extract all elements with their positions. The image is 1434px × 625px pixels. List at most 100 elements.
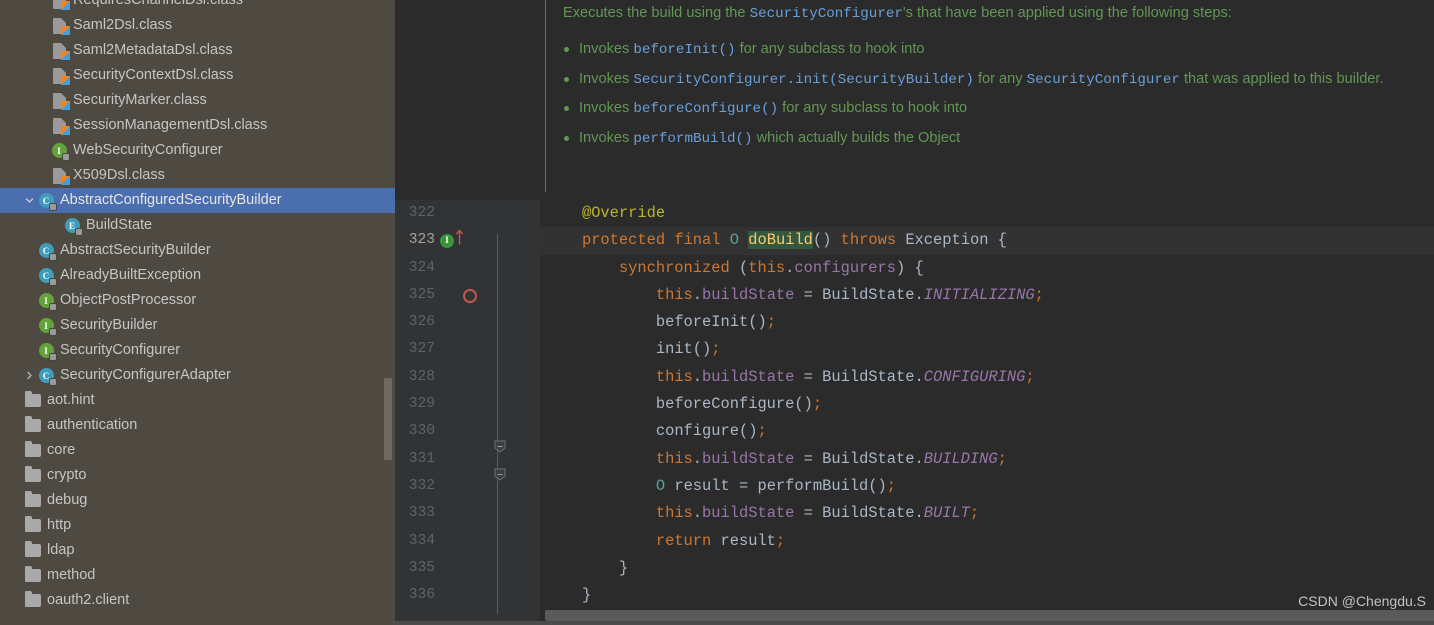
tree-item-securitycontextdsl-class[interactable]: SecurityContextDsl.class xyxy=(0,63,395,88)
implemented-method-icon[interactable]: I xyxy=(440,233,454,248)
tree-item-objectpostprocessor[interactable]: I ObjectPostProcessor xyxy=(0,288,395,313)
code-line-324[interactable]: synchronized (this.configurers) { xyxy=(540,255,1434,282)
javadoc-bullet-code[interactable]: beforeConfigure() xyxy=(633,101,778,117)
tree-item-crypto[interactable]: crypto xyxy=(0,463,395,488)
code-lines[interactable]: @Override protected final O doBuild() th… xyxy=(540,200,1434,625)
gutter-line-335[interactable]: 335 xyxy=(395,555,540,582)
code-line-322[interactable]: @Override xyxy=(540,200,1434,227)
sidebar-scrollbar[interactable] xyxy=(384,378,392,460)
kotlin-class-file-icon xyxy=(50,117,70,135)
code-token: ; xyxy=(969,504,980,523)
code-line-327[interactable]: init(); xyxy=(540,336,1434,363)
breakpoint-icon[interactable] xyxy=(463,288,477,303)
gutter-markers[interactable]: I xyxy=(440,227,464,254)
tree-item-ldap[interactable]: ldap xyxy=(0,538,395,563)
javadoc-bullet-code[interactable]: beforeInit() xyxy=(633,42,735,58)
editor-pane[interactable]: Executes the build using the SecurityCon… xyxy=(395,0,1434,625)
code-token: buildState xyxy=(702,285,795,304)
gutter-line-327[interactable]: 327 xyxy=(395,336,540,363)
javadoc-intro: Executes the build using the SecurityCon… xyxy=(563,2,1428,26)
gutter-line-328[interactable]: 328 xyxy=(395,364,540,391)
gutter-line-325[interactable]: 325 xyxy=(395,282,540,309)
tree-item-label: SecurityConfigurer xyxy=(60,342,181,359)
code-token: } xyxy=(545,558,629,577)
code-token: () xyxy=(738,422,758,441)
code-line-323[interactable]: protected final O doBuild() throws Excep… xyxy=(540,227,1434,255)
chevron-down-icon[interactable] xyxy=(21,196,37,205)
code-fold-end-icon[interactable] xyxy=(490,590,510,625)
javadoc-bullet-code[interactable]: SecurityConfigurer.init(SecurityBuilder) xyxy=(633,72,974,88)
tree-item-abstractsecuritybuilder[interactable]: C AbstractSecurityBuilder xyxy=(0,238,395,263)
gutter-markers[interactable] xyxy=(463,282,477,309)
tree-item-oauth2-client[interactable]: oauth2.client xyxy=(0,588,395,613)
code-token: O xyxy=(655,476,666,495)
javadoc-bullet-pre: Invokes xyxy=(579,41,634,57)
gutter-line-326[interactable]: 326 xyxy=(395,309,540,336)
gutter-line-322[interactable]: 322 xyxy=(395,200,540,227)
code-line-332[interactable]: O result = performBuild(); xyxy=(540,473,1434,500)
chevron-right-icon[interactable] xyxy=(21,371,37,380)
gutter-line-329[interactable]: 329 xyxy=(395,391,540,418)
tree-item-securitybuilder[interactable]: I SecurityBuilder xyxy=(0,313,395,338)
tree-item-saml2metadatadsl-class[interactable]: Saml2MetadataDsl.class xyxy=(0,38,395,63)
gutter-line-334[interactable]: 334 xyxy=(395,528,540,555)
code-line-333[interactable]: this.buildState = BuildState.BUILT; xyxy=(540,500,1434,527)
project-tool-window[interactable]: RequiresChannelDsl.class Saml2Dsl.class Sa… xyxy=(0,0,395,625)
tree-item-core[interactable]: core xyxy=(0,438,395,463)
code-line-331[interactable]: this.buildState = BuildState.BUILDING; xyxy=(540,446,1434,473)
tree-item-buildstate[interactable]: E BuildState xyxy=(0,213,395,238)
tree-item-debug[interactable]: debug xyxy=(0,488,395,513)
tree-item-securityconfigurer[interactable]: I SecurityConfigurer xyxy=(0,338,395,363)
editor-gutter[interactable]: 322 323 I 324 325 326 327 328 329 330 331 332 333 334… xyxy=(395,200,540,625)
tree-item-x509dsl-class[interactable]: X509Dsl.class xyxy=(0,163,395,188)
tree-item-method[interactable]: method xyxy=(0,563,395,588)
code-token: init xyxy=(655,340,693,359)
tree-item-authentication[interactable]: authentication xyxy=(0,413,395,438)
code-line-329[interactable]: beforeConfigure(); xyxy=(540,391,1434,418)
tree-item-saml2dsl-class[interactable]: Saml2Dsl.class xyxy=(0,13,395,38)
code-token: this xyxy=(748,258,786,277)
tree-item-http[interactable]: http xyxy=(0,513,395,538)
gutter-line-324[interactable]: 324 xyxy=(395,255,540,282)
editor-horizontal-scrollbar[interactable] xyxy=(545,610,1434,621)
tree-item-abstractconfiguredsecuritybuilder[interactable]: C AbstractConfiguredSecurityBuilder xyxy=(0,188,395,213)
code-token: synchronized xyxy=(618,258,730,277)
tree-item-aot-hint[interactable]: aot.hint xyxy=(0,388,395,413)
code-line-336[interactable]: } xyxy=(540,582,1434,609)
javadoc-intro-after: 's that have been applied using the foll… xyxy=(902,5,1232,21)
ide-window: RequiresChannelDsl.class Saml2Dsl.class Sa… xyxy=(0,0,1434,625)
tree-item-label: ObjectPostProcessor xyxy=(60,292,197,309)
tree-item-securitymarker-class[interactable]: SecurityMarker.class xyxy=(0,88,395,113)
code-token: = xyxy=(794,504,823,523)
gutter-line-331[interactable]: 331 xyxy=(395,446,540,473)
javadoc-bullet-code[interactable]: performBuild() xyxy=(633,131,752,147)
gutter-line-323[interactable]: 323 I xyxy=(395,227,540,254)
code-line-330[interactable]: configure(); xyxy=(540,418,1434,445)
override-arrow-icon[interactable] xyxy=(455,227,464,254)
gutter-line-333[interactable]: 333 xyxy=(395,500,540,527)
gutter-line-336[interactable]: 336 xyxy=(395,582,540,609)
javadoc-intro-code[interactable]: SecurityConfigurer xyxy=(750,6,903,22)
folder-icon xyxy=(24,441,42,460)
code-line-334[interactable]: return result; xyxy=(540,528,1434,555)
gutter-line-332[interactable]: 332 xyxy=(395,473,540,500)
code-line-328[interactable]: this.buildState = BuildState.CONFIGURING… xyxy=(540,364,1434,391)
code-line-335[interactable]: } xyxy=(540,555,1434,582)
tree-item-securityconfigureradapter[interactable]: C SecurityConfigurerAdapter xyxy=(0,363,395,388)
tree-item-websecurityconfigurer[interactable]: I WebSecurityConfigurer xyxy=(0,138,395,163)
tree-item-requireschanneldsl-class[interactable]: RequiresChannelDsl.class xyxy=(0,0,395,13)
code-line-325[interactable]: this.buildState = BuildState.INITIALIZIN… xyxy=(540,282,1434,309)
code-line-326[interactable]: beforeInit(); xyxy=(540,309,1434,336)
javadoc-bullet-code-2[interactable]: SecurityConfigurer xyxy=(1027,72,1180,88)
folder-icon xyxy=(24,391,42,410)
code-token: () xyxy=(794,395,813,414)
gutter-line-330[interactable]: 330 xyxy=(395,418,540,445)
line-number: 329 xyxy=(408,396,435,413)
tree-item-alreadybuiltexception[interactable]: C AlreadyBuiltException xyxy=(0,263,395,288)
code-token: protected xyxy=(581,231,666,250)
tree-item-sessionmanagementdsl-class[interactable]: SessionManagementDsl.class xyxy=(0,113,395,138)
code-token: . xyxy=(914,285,924,304)
